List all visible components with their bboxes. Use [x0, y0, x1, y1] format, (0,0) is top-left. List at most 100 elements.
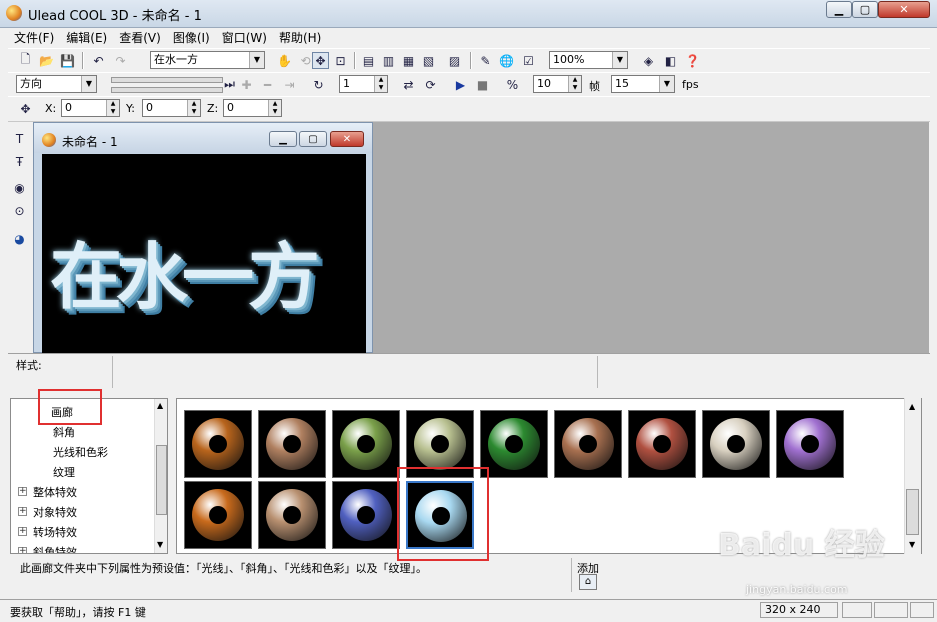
- menu-view[interactable]: 查看(V): [113, 29, 167, 46]
- layout-icon-3[interactable]: ▦: [400, 52, 417, 69]
- split-icon[interactable]: ⇥: [281, 76, 298, 93]
- status-pane: [874, 602, 908, 618]
- expand-icon[interactable]: +: [18, 527, 27, 536]
- select-object-icon[interactable]: ⊙: [11, 202, 28, 219]
- expand-icon[interactable]: +: [18, 487, 27, 496]
- y-input[interactable]: 0 ▲ ▼: [142, 99, 201, 117]
- remove-frame-icon[interactable]: ━: [259, 76, 276, 93]
- gallery-thumb[interactable]: [332, 481, 400, 549]
- insert-text-icon[interactable]: T: [11, 130, 28, 147]
- title-bar: Ulead COOL 3D - 未命名 - 1 ▁ ▢ ✕: [0, 0, 937, 28]
- x-input[interactable]: 0 ▲ ▼: [61, 99, 120, 117]
- thumb-ring: [340, 418, 392, 470]
- position-icon[interactable]: ✥: [17, 100, 34, 117]
- frame-input[interactable]: 1 ▲ ▼: [339, 75, 388, 93]
- edit-text-icon[interactable]: Ŧ: [11, 153, 28, 170]
- object-manager-icon[interactable]: ◕: [11, 230, 28, 247]
- gallery-thumb[interactable]: [554, 410, 622, 478]
- minimize-button[interactable]: ▁: [826, 1, 852, 18]
- status-pane: [842, 602, 872, 618]
- layout-icon-1[interactable]: ▤: [360, 52, 377, 69]
- thumb-ring: [636, 418, 688, 470]
- gallery-thumb[interactable]: [258, 410, 326, 478]
- add-to-gallery-button[interactable]: ⌂: [579, 574, 597, 590]
- render-icon[interactable]: ◈: [640, 52, 657, 69]
- fps-combo[interactable]: 15 ▼: [611, 75, 675, 93]
- tree-item-bevel[interactable]: 斜角: [53, 424, 75, 440]
- menu-file[interactable]: 文件(F): [8, 29, 60, 46]
- gallery-thumb[interactable]: [628, 410, 696, 478]
- frames-value-input[interactable]: 10 ▲ ▼: [533, 75, 582, 93]
- move-object-icon[interactable]: ✥: [312, 52, 329, 69]
- gallery-thumb[interactable]: [184, 481, 252, 549]
- play-icon[interactable]: ▶: [452, 76, 469, 93]
- add-frame-icon[interactable]: ✚: [238, 76, 255, 93]
- status-image-size: 320 x 240: [760, 602, 838, 618]
- menu-edit[interactable]: 编辑(E): [60, 29, 113, 46]
- help-pointer-icon[interactable]: ❓: [684, 52, 701, 69]
- direction-combo[interactable]: 方向 ▼: [16, 75, 97, 93]
- menu-bar: 文件(F) 编辑(E) 查看(V) 图像(I) 窗口(W) 帮助(H): [8, 28, 930, 47]
- undo-icon[interactable]: ↶: [90, 52, 107, 69]
- thumb-ring: [710, 418, 762, 470]
- document-close-button[interactable]: ✕: [330, 131, 364, 147]
- expand-icon[interactable]: +: [18, 547, 27, 553]
- document-minimize-button[interactable]: ▁: [269, 131, 297, 147]
- expand-icon[interactable]: +: [18, 507, 27, 516]
- fps-label: fps: [682, 78, 699, 91]
- layout-icon-4[interactable]: ▧: [420, 52, 437, 69]
- canvas-3d-text[interactable]: 在水一方: [50, 218, 320, 323]
- pingpong-icon[interactable]: ⇄: [400, 76, 417, 93]
- size-icon[interactable]: ⊡: [332, 52, 349, 69]
- gallery-thumb[interactable]: [702, 410, 770, 478]
- zoom-combo[interactable]: 100% ▼: [549, 51, 628, 69]
- loop-icon[interactable]: ↻: [310, 76, 327, 93]
- timeline-slider-bottom[interactable]: [111, 87, 223, 93]
- layout-icon-2[interactable]: ▥: [380, 52, 397, 69]
- open-folder-icon[interactable]: 📂: [38, 52, 55, 69]
- menu-image[interactable]: 图像(I): [167, 29, 216, 46]
- object-tools-column: T Ŧ ◉ ⊙ ◕: [8, 122, 32, 352]
- menu-help[interactable]: 帮助(H): [273, 29, 327, 46]
- document-title-bar: 未命名 - 1 ▁ ▢ ✕: [34, 123, 372, 153]
- stop-icon[interactable]: ■: [474, 76, 491, 93]
- tree-item-object-effects[interactable]: 对象特效: [33, 504, 77, 520]
- new-file-icon[interactable]: 🗋: [17, 52, 34, 69]
- gallery-thumb[interactable]: [480, 410, 548, 478]
- go-end-icon[interactable]: ⏭: [221, 76, 238, 93]
- palette-icon[interactable]: ◧: [662, 52, 679, 69]
- tree-scrollbar[interactable]: ▲ ▼: [154, 399, 167, 553]
- repeat-icon[interactable]: ⟳: [422, 76, 439, 93]
- text-object-combo[interactable]: 在水一方 ▼: [150, 51, 265, 69]
- tree-item-bevel-effects[interactable]: 斜角特效: [33, 544, 77, 553]
- globe-icon[interactable]: 🌐: [498, 52, 515, 69]
- percent-icon[interactable]: %: [504, 76, 521, 93]
- timeline-slider-top[interactable]: [111, 77, 223, 83]
- style-label: 样式:: [16, 359, 42, 372]
- render-canvas[interactable]: 在水一方: [42, 154, 366, 354]
- gallery-thumb[interactable]: [332, 410, 400, 478]
- hand-icon[interactable]: ✋: [276, 52, 293, 69]
- z-input[interactable]: 0 ▲ ▼: [223, 99, 282, 117]
- redo-icon[interactable]: ↷: [112, 52, 129, 69]
- checklist-icon[interactable]: ☑: [520, 52, 537, 69]
- gallery-thumb[interactable]: [258, 481, 326, 549]
- maximize-button[interactable]: ▢: [852, 1, 878, 18]
- tree-item-light-color[interactable]: 光线和色彩: [53, 444, 108, 460]
- tree-item-texture[interactable]: 纹理: [53, 464, 75, 480]
- layout-icon-5[interactable]: ▨: [446, 52, 463, 69]
- gallery-thumb[interactable]: [776, 410, 844, 478]
- light-icon[interactable]: ✎: [477, 52, 494, 69]
- frame-unit-label: 帧: [589, 80, 600, 93]
- gallery-scrollbar[interactable]: ▲ ▼: [904, 398, 921, 554]
- menu-window[interactable]: 窗口(W): [216, 29, 273, 46]
- gallery-thumb[interactable]: [184, 410, 252, 478]
- tree-item-transition-effects[interactable]: 转场特效: [33, 524, 77, 540]
- save-icon[interactable]: 💾: [59, 52, 76, 69]
- app-icon[interactable]: [6, 5, 22, 21]
- insert-object-icon[interactable]: ◉: [11, 179, 28, 196]
- tree-item-global-effects[interactable]: 整体特效: [33, 484, 77, 500]
- document-maximize-button[interactable]: ▢: [299, 131, 327, 147]
- close-button[interactable]: ✕: [878, 1, 930, 18]
- z-label: Z:: [207, 102, 219, 115]
